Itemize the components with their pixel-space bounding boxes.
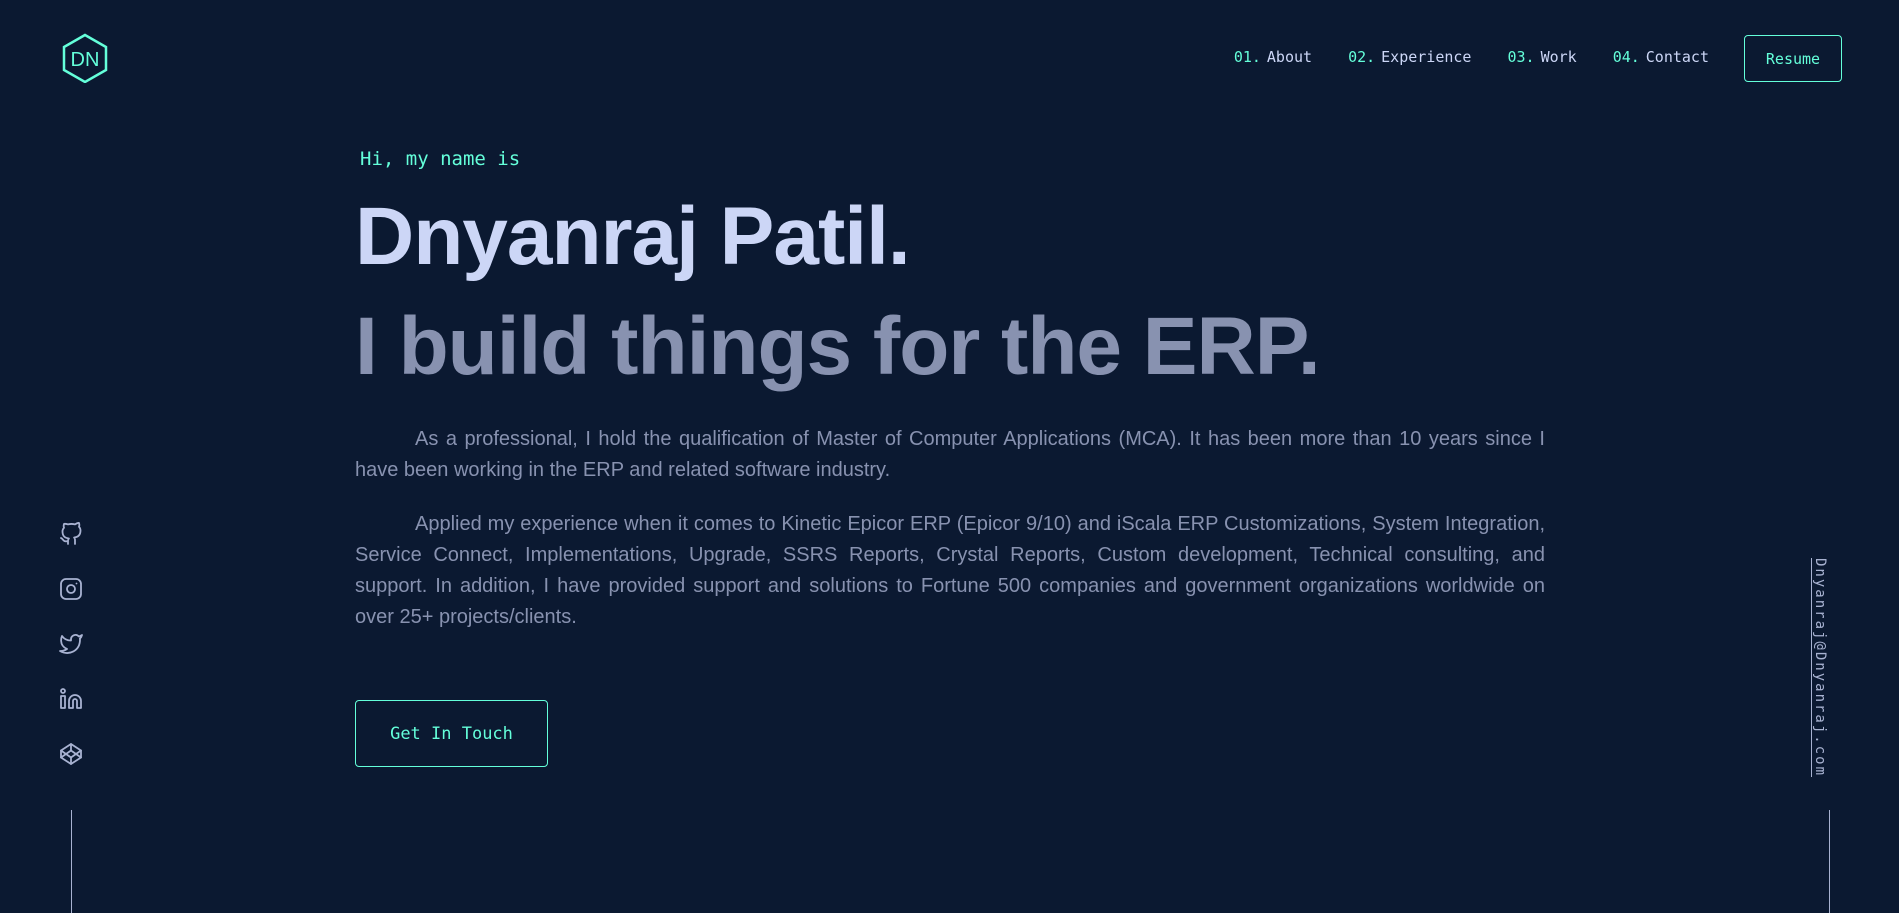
about-paragraph-2: Applied my experience when it comes to K… [355,513,1545,628]
logo[interactable]: DN [60,33,110,84]
nav-label: Contact [1645,48,1709,66]
nav-number: 02. [1348,48,1376,66]
logo-text: DN [71,49,100,71]
nav-item-contact[interactable]: 04. Contact [1613,48,1709,66]
codepen-icon[interactable] [56,742,86,766]
social-links [56,522,86,766]
nav-number: 01. [1233,48,1261,66]
hero-name: Dnyanraj Patil. [355,191,911,282]
nav-label: Work [1540,48,1577,66]
main-nav: 01. About 02. Experience 03. Work 04. Contac… [1234,48,1709,66]
linkedin-icon[interactable] [56,687,86,711]
hero-section: Hi, my name is Dnyanraj Patil. I build t… [355,148,1545,633]
email-link[interactable]: Dnyanraj@Dnyanraj.com [1812,558,1828,777]
nav-item-experience[interactable]: 02. Experience [1348,48,1471,66]
nav-number: 04. [1612,48,1640,66]
nav-item-about[interactable]: 01. About [1234,48,1312,66]
about-paragraph-1: As a professional, I hold the qualificat… [355,428,1545,481]
nav-label: About [1266,48,1313,66]
hero-tagline: I build things for the ERP. [355,301,1321,392]
hexagon-logo-icon: DN [62,33,108,84]
nav-item-work[interactable]: 03. Work [1507,48,1576,66]
nav-number: 03. [1507,48,1535,66]
twitter-icon[interactable] [56,632,86,656]
right-vertical-line [1829,810,1830,913]
intro-text: Hi, my name is [360,148,521,170]
left-vertical-line [71,810,72,913]
github-icon[interactable] [56,522,86,546]
nav-label: Experience [1381,48,1472,66]
resume-button[interactable]: Resume [1744,35,1842,82]
get-in-touch-button[interactable]: Get In Touch [355,700,548,767]
instagram-icon[interactable] [56,577,86,601]
